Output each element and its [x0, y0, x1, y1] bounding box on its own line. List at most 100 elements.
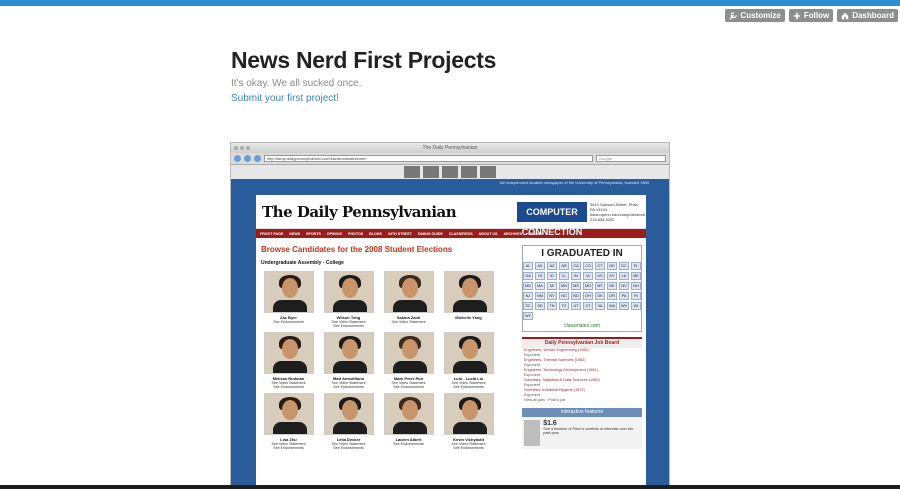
state-button[interactable]: NV: [619, 282, 629, 290]
state-button[interactable]: GA: [523, 272, 533, 280]
interactive-features-title: interactive features: [522, 408, 642, 417]
state-button[interactable]: MA: [535, 282, 545, 290]
candidate-card[interactable]: Sakina Zaidi See Video Statement: [381, 271, 436, 328]
dashboard-button[interactable]: Dashboard: [837, 9, 898, 22]
candidate-card[interactable]: Lulu - Lucia Liu See Video Statement See E…: [441, 332, 496, 389]
state-button[interactable]: IA: [583, 272, 593, 280]
site-tagline: the independent student newspaper of the…: [499, 180, 649, 185]
candidate-card[interactable]: Lisa Zhu See Video Statement See Endorseme…: [261, 393, 316, 450]
candidate-link[interactable]: See Endorsements: [453, 446, 484, 450]
candidate-card[interactable]: Kevin Vichyastit See Video Statement See E…: [441, 393, 496, 450]
state-button[interactable]: NJ: [523, 292, 533, 300]
state-button[interactable]: MI: [547, 282, 557, 290]
state-button[interactable]: DE: [607, 262, 617, 270]
state-button[interactable]: NH: [631, 282, 641, 290]
nav-item: CLASSIFIEDS: [448, 231, 473, 236]
state-button[interactable]: ND: [571, 292, 581, 300]
state-button[interactable]: LA: [619, 272, 629, 280]
state-button[interactable]: FL: [631, 262, 641, 270]
state-button[interactable]: SD: [535, 302, 545, 310]
state-button[interactable]: NY: [547, 292, 557, 300]
state-button[interactable]: RI: [631, 292, 641, 300]
state-button[interactable]: CA: [571, 262, 581, 270]
grad-title: I GRADUATED IN: [541, 248, 623, 259]
state-button[interactable]: MO: [583, 282, 593, 290]
state-button[interactable]: AZ: [547, 262, 557, 270]
state-button[interactable]: TN: [547, 302, 557, 310]
state-button[interactable]: IL: [559, 272, 569, 280]
state-button[interactable]: ID: [547, 272, 557, 280]
candidate-card[interactable]: Zac Byer See Endorsements: [261, 271, 316, 328]
state-button[interactable]: CT: [595, 262, 605, 270]
candidate-card[interactable]: Leila Decker See Video Statement See Endor…: [321, 393, 376, 450]
candidate-link[interactable]: See Endorsements: [393, 442, 424, 446]
candidate-link[interactable]: See Video Statement: [392, 320, 426, 324]
candidate-card[interactable]: Melissa Rudman See Video Statement See End…: [261, 332, 316, 389]
state-button[interactable]: NM: [535, 292, 545, 300]
nav-item: OPINION: [326, 231, 343, 236]
state-button[interactable]: TX: [559, 302, 569, 310]
candidate-photo: [443, 332, 494, 374]
candidate-photo: [323, 332, 374, 374]
state-button[interactable]: IN: [571, 272, 581, 280]
state-button[interactable]: NE: [607, 282, 617, 290]
candidate-link[interactable]: See Endorsements: [393, 385, 424, 389]
candidate-card[interactable]: Lauren Albert See Endorsements: [381, 393, 436, 450]
candidate-link[interactable]: See Endorsements: [273, 446, 304, 450]
candidate-grid: Zac Byer See Endorsements Wilson Tong See V…: [261, 271, 508, 450]
state-button[interactable]: CO: [583, 262, 593, 270]
state-button[interactable]: UT: [571, 302, 581, 310]
state-button[interactable]: VA: [595, 302, 605, 310]
state-button[interactable]: AR: [559, 262, 569, 270]
state-button[interactable]: KS: [595, 272, 605, 280]
customize-button[interactable]: Customize: [725, 9, 785, 22]
candidate-link[interactable]: See Endorsements: [273, 385, 304, 389]
blog-title[interactable]: News Nerd First Projects: [231, 47, 496, 74]
project-screenshot[interactable]: The Daily Pennsylvanian http://tamp.dail…: [230, 142, 670, 489]
state-button[interactable]: MD: [523, 282, 533, 290]
newspaper-nav: FRONT PAGE NEWS SPORTS OPINION PHOTOS BL…: [256, 229, 646, 238]
state-button[interactable]: WV: [619, 302, 629, 310]
state-button[interactable]: DC: [619, 262, 629, 270]
candidate-card[interactable]: Wilson Tong See Video Statement See Endors…: [321, 271, 376, 328]
state-button[interactable]: OH: [583, 292, 593, 300]
bottom-edge: [0, 485, 900, 489]
forward-icon: [244, 155, 251, 162]
candidate-link[interactable]: See Endorsements: [333, 324, 364, 328]
state-button[interactable]: WI: [631, 302, 641, 310]
state-button[interactable]: AK: [535, 262, 545, 270]
wrench-icon: [729, 11, 738, 20]
state-button[interactable]: VT: [583, 302, 593, 310]
masthead: The Daily Pennsylvanian COMPUTER CONNECT…: [256, 195, 646, 237]
nav-item: 34TH STREET: [387, 231, 412, 236]
candidate-photo: [443, 271, 494, 313]
candidate-photo: [443, 393, 494, 435]
state-button[interactable]: HI: [535, 272, 545, 280]
state-button[interactable]: OR: [607, 292, 617, 300]
state-button[interactable]: NC: [559, 292, 569, 300]
state-button[interactable]: WA: [607, 302, 617, 310]
candidate-card[interactable]: Mark Peter Pun See Video Statement See End…: [381, 332, 436, 389]
state-button[interactable]: SC: [523, 302, 533, 310]
state-button[interactable]: KY: [607, 272, 617, 280]
state-button[interactable]: PA: [619, 292, 629, 300]
state-button[interactable]: OK: [595, 292, 605, 300]
candidate-link[interactable]: See Endorsements: [273, 320, 304, 324]
state-button[interactable]: MS: [571, 282, 581, 290]
nav-item: SEARCH: [528, 231, 544, 236]
state-button[interactable]: ME: [631, 272, 641, 280]
state-button[interactable]: MN: [559, 282, 569, 290]
follow-button[interactable]: Follow: [788, 9, 834, 22]
state-button[interactable]: WY: [523, 312, 533, 320]
state-button[interactable]: AL: [523, 262, 533, 270]
candidate-link[interactable]: See Endorsements: [453, 385, 484, 389]
submit-project-link[interactable]: Submit your first project!: [231, 93, 339, 104]
candidate-link[interactable]: See Endorsements: [333, 446, 364, 450]
candidate-card[interactable]: Matt Amodifiano See Video Statement See En…: [321, 332, 376, 389]
state-button[interactable]: MT: [595, 282, 605, 290]
job-list: Engineers, Vehicle Engineering (1982) Exp…: [522, 348, 642, 398]
nav-item: BLOGS: [369, 231, 382, 236]
customize-label: Customize: [740, 11, 781, 20]
candidate-card[interactable]: Michelle Yang: [441, 271, 496, 328]
candidate-link[interactable]: See Endorsements: [333, 385, 364, 389]
